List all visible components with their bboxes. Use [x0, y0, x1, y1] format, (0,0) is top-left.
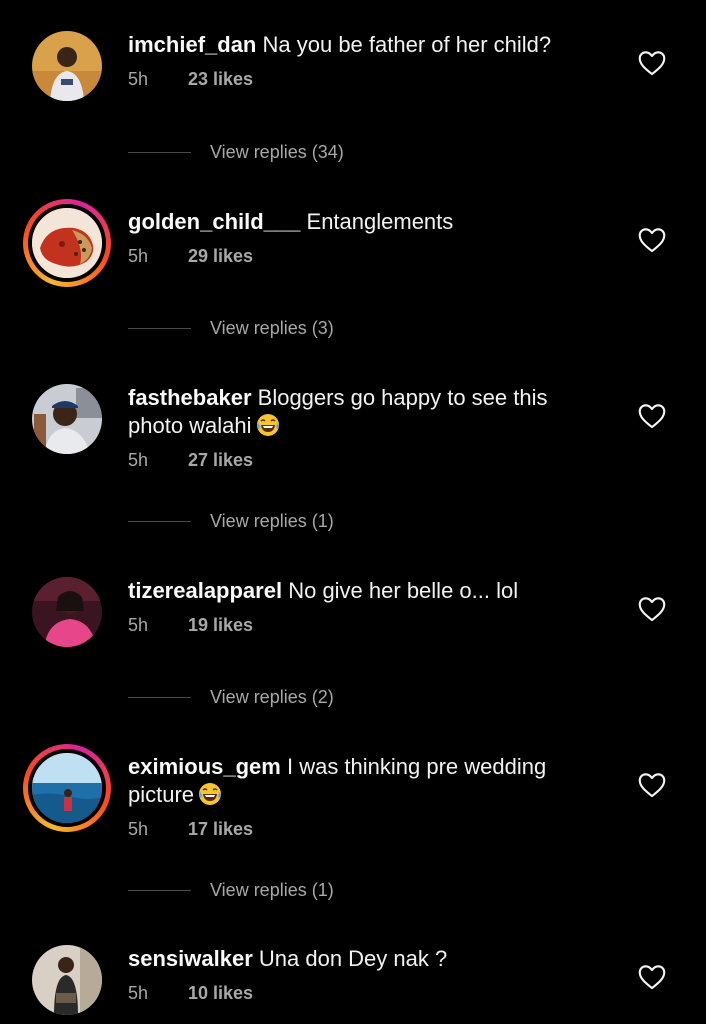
replies-divider	[128, 327, 191, 329]
replies-divider	[128, 151, 191, 153]
comments-list: imchief_dan Na you be father of her chil…	[0, 0, 706, 1024]
comment-username[interactable]: tizerealapparel	[128, 578, 282, 603]
avatar-photo	[32, 208, 102, 278]
view-replies-label: View replies (3)	[210, 317, 334, 338]
avatar[interactable]	[32, 384, 102, 454]
comment-text: I was thinking pre wedding	[286, 754, 547, 779]
comment-time: 5h	[128, 246, 149, 266]
comment-time: 5h	[128, 615, 149, 635]
replies-divider	[128, 696, 191, 698]
avatar-photo	[32, 31, 102, 101]
comment-text: Na you be father of her child?	[262, 32, 552, 57]
replies-divider	[128, 520, 191, 522]
comment-likes[interactable]: 27 likes	[188, 450, 253, 470]
comment-username[interactable]: sensiwalker	[128, 946, 253, 971]
avatar-photo	[32, 753, 102, 823]
view-replies-button[interactable]: View replies (2)	[128, 685, 334, 709]
view-replies-label: View replies (1)	[210, 879, 334, 900]
heart-outline-icon[interactable]	[638, 403, 666, 429]
avatar[interactable]	[23, 199, 111, 287]
view-replies-label: View replies (34)	[210, 141, 344, 162]
comment-likes[interactable]: 19 likes	[188, 615, 253, 635]
replies-divider	[128, 889, 191, 891]
comment-username[interactable]: golden_child___	[128, 209, 300, 234]
avatar-photo	[32, 577, 102, 647]
view-replies-button[interactable]: View replies (1)	[128, 509, 334, 533]
heart-outline-icon[interactable]	[638, 227, 666, 253]
comment-text: Una don Dey nak ?	[258, 946, 448, 971]
comment-text-continued: photo walahi	[128, 413, 252, 438]
heart-outline-icon[interactable]	[638, 596, 666, 622]
view-replies-label: View replies (2)	[210, 686, 334, 707]
avatar-photo	[32, 945, 102, 1015]
avatar[interactable]	[32, 577, 102, 647]
laugh-emoji-icon	[199, 783, 222, 805]
comment-username[interactable]: fasthebaker	[128, 385, 252, 410]
heart-outline-icon[interactable]	[638, 772, 666, 798]
avatar-photo	[32, 384, 102, 454]
heart-outline-icon[interactable]	[638, 50, 666, 76]
comment-likes[interactable]: 17 likes	[188, 819, 253, 839]
avatar[interactable]	[32, 945, 102, 1015]
comment-time: 5h	[128, 69, 149, 89]
comment-likes[interactable]: 10 likes	[188, 983, 253, 1003]
comment-time: 5h	[128, 983, 149, 1003]
view-replies-button[interactable]: View replies (34)	[128, 140, 344, 164]
avatar[interactable]	[32, 31, 102, 101]
comment-username[interactable]: eximious_gem	[128, 754, 281, 779]
comment-text: No give her belle o... lol	[288, 578, 519, 603]
heart-outline-icon[interactable]	[638, 964, 666, 990]
avatar[interactable]	[23, 744, 111, 832]
comment-text: Bloggers go happy to see this	[257, 385, 548, 410]
view-replies-label: View replies (1)	[210, 510, 334, 531]
comment-username[interactable]: imchief_dan	[128, 32, 256, 57]
laugh-emoji-icon	[256, 414, 279, 436]
comment-time: 5h	[128, 819, 149, 839]
comment-likes[interactable]: 23 likes	[188, 69, 253, 89]
comment-text-continued: picture	[128, 782, 195, 807]
comment-text: Entanglements	[306, 209, 454, 234]
view-replies-button[interactable]: View replies (1)	[128, 878, 334, 902]
comment-time: 5h	[128, 450, 149, 470]
view-replies-button[interactable]: View replies (3)	[128, 316, 334, 340]
comment-likes[interactable]: 29 likes	[188, 246, 253, 266]
